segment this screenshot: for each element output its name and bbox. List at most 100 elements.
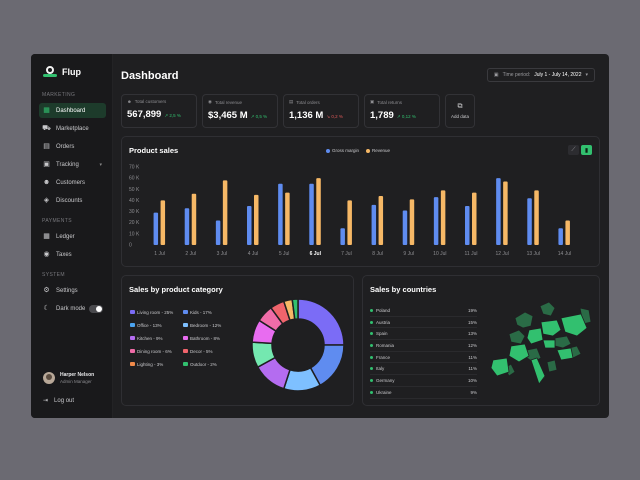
x-tick-label: 6 Jul: [310, 251, 322, 257]
category-legend-item: Bedroom - 12%: [183, 322, 233, 328]
bar-gross-margin[interactable]: [309, 184, 314, 245]
kpi-card-revenue[interactable]: ◉Total revenue $3,465 M↗ 0,5 %: [202, 94, 278, 128]
avatar: [43, 372, 55, 384]
kpi-card-customers[interactable]: ☻Total customers 567,899↗ 2,5 %: [121, 94, 197, 128]
country-row[interactable]: Poland19%: [370, 305, 477, 317]
dark-mode-toggle[interactable]: [89, 305, 103, 313]
country-row[interactable]: Ukraine9%: [370, 387, 477, 399]
bar-gross-margin[interactable]: [403, 210, 408, 245]
bar-gross-margin[interactable]: [278, 184, 283, 245]
category-label: Outdoor - 2%: [190, 362, 217, 367]
bar-gross-margin[interactable]: [216, 220, 221, 245]
taxes-icon: ◉: [43, 251, 50, 258]
bar-gross-margin[interactable]: [154, 213, 159, 245]
sidebar-item-tracking[interactable]: ▣ Tracking ▾: [39, 157, 106, 172]
bar-gross-margin[interactable]: [465, 206, 470, 245]
bar-gross-margin[interactable]: [185, 208, 190, 245]
donut-slice[interactable]: [298, 299, 344, 345]
category-legend-item: Dining room - 6%: [130, 348, 180, 354]
logo[interactable]: Flup: [43, 66, 106, 78]
kpi-change: ↘ 0,2 %: [326, 114, 343, 120]
bar-revenue[interactable]: [379, 196, 384, 245]
bar-gross-margin[interactable]: [372, 205, 377, 245]
sidebar-item-customers[interactable]: ☻ Customers: [39, 175, 106, 190]
logout-button[interactable]: ⇥ Log out: [43, 397, 74, 404]
country-row[interactable]: Austria15%: [370, 317, 477, 329]
bar-gross-margin[interactable]: [340, 228, 345, 245]
user-profile[interactable]: Harper Nelson Admin Manager: [43, 372, 94, 384]
outdoor-icon: [183, 362, 188, 366]
country-pct: 15%: [468, 320, 477, 325]
country-row[interactable]: Spain 13%: [370, 328, 477, 340]
europe-map[interactable]: [485, 298, 595, 398]
trend-up-icon: ↗: [251, 114, 255, 119]
orders-icon: ▤: [43, 143, 50, 150]
decor-icon: [183, 349, 188, 353]
bar-gross-margin[interactable]: [247, 206, 252, 245]
lamp-icon: [130, 362, 135, 366]
country-dot: [370, 309, 373, 312]
bar-revenue[interactable]: [472, 193, 477, 245]
bar-revenue[interactable]: [503, 181, 508, 245]
country-row[interactable]: Italy11%: [370, 363, 477, 375]
moon-icon: ☾: [43, 305, 50, 312]
x-tick-label: 8 Jul: [372, 251, 383, 257]
bar-revenue[interactable]: [285, 193, 290, 245]
kpi-value: 1,789: [370, 110, 394, 121]
kpi-card-returns[interactable]: ▣Total returns 1,789↗ 0,12 %: [364, 94, 440, 128]
sidebar-item-label: Taxes: [56, 252, 72, 258]
country-dot: [370, 391, 373, 394]
add-data-label: Add data: [451, 114, 469, 119]
country-row[interactable]: Germany10%: [370, 375, 477, 387]
country-name: Spain: [376, 331, 388, 336]
sidebar-item-dark-mode: ☾ Dark mode: [39, 301, 106, 316]
sofa-icon: [130, 310, 135, 314]
chevron-down-icon[interactable]: ▾: [99, 162, 102, 168]
product-sales-chart: 010 K20 K30 K40 K50 K60 K70 K1 Jul2 Jul3…: [122, 137, 601, 268]
gear-icon: ⚙: [43, 287, 50, 294]
bar-revenue[interactable]: [534, 190, 539, 245]
add-data-button[interactable]: ⧉ Add data: [445, 94, 475, 128]
user-role: Admin Manager: [60, 379, 94, 384]
y-tick-label: 20 K: [129, 220, 140, 226]
bar-revenue[interactable]: [316, 178, 321, 245]
kpi-label: Total returns: [377, 100, 402, 105]
category-label: Living room - 25%: [137, 310, 173, 315]
y-tick-label: 10 K: [129, 231, 140, 237]
kpi-change: ↗ 0,5 %: [251, 114, 268, 120]
bar-revenue[interactable]: [565, 220, 570, 245]
bar-gross-margin[interactable]: [434, 197, 439, 245]
category-legend-item: Kids - 17%: [183, 309, 233, 315]
bar-revenue[interactable]: [410, 199, 415, 245]
country-row[interactable]: Romania12%: [370, 340, 477, 352]
bar-revenue[interactable]: [347, 200, 352, 245]
category-legend: Living room - 25%Kids - 17%Office - 13%B…: [130, 309, 233, 367]
sidebar-item-orders[interactable]: ▤ Orders: [39, 139, 106, 154]
kpi-change: ↗ 2,5 %: [164, 113, 181, 119]
app-window: Flup MARKETING ▦ Dashboard ⛟ Marketplace…: [31, 54, 609, 418]
sidebar-item-taxes[interactable]: ◉ Taxes: [39, 247, 106, 262]
bar-gross-margin[interactable]: [527, 198, 532, 245]
bar-gross-margin[interactable]: [558, 228, 563, 245]
sidebar-item-marketplace[interactable]: ⛟ Marketplace: [39, 121, 106, 136]
sidebar-item-dashboard[interactable]: ▦ Dashboard: [39, 103, 106, 118]
logout-icon: ⇥: [43, 397, 48, 404]
country-pct: 13%: [468, 331, 477, 336]
bar-gross-margin[interactable]: [496, 178, 501, 245]
sidebar-item-settings[interactable]: ⚙ Settings: [39, 283, 106, 298]
sidebar-item-ledger[interactable]: ▦ Ledger: [39, 229, 106, 244]
country-name: Romania: [376, 343, 394, 348]
kpi-card-orders[interactable]: ▤Total orders 1,136 M↘ 0,2 %: [283, 94, 359, 128]
kpi-label: Total revenue: [215, 100, 242, 105]
ledger-icon: ▦: [43, 233, 50, 240]
time-period-select[interactable]: ▣ Time period: July 1 - July 14, 2022 ▾: [487, 68, 595, 82]
bar-revenue[interactable]: [161, 200, 166, 245]
x-tick-label: 9 Jul: [403, 251, 414, 257]
page-title: Dashboard: [121, 70, 178, 82]
country-row[interactable]: France11%: [370, 352, 477, 364]
sidebar-item-discounts[interactable]: ◈ Discounts: [39, 193, 106, 208]
bar-revenue[interactable]: [223, 180, 228, 245]
bar-revenue[interactable]: [192, 194, 197, 245]
bar-revenue[interactable]: [441, 190, 446, 245]
bar-revenue[interactable]: [254, 195, 259, 245]
